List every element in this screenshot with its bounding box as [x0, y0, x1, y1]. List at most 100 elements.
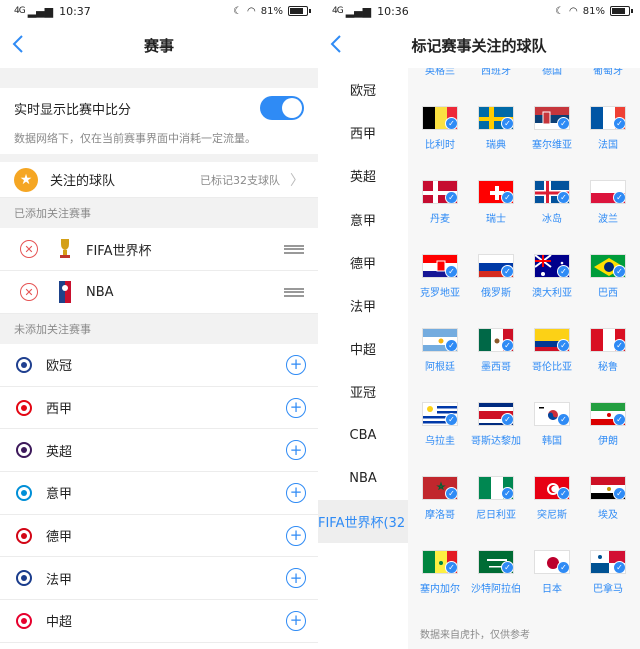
check-icon: ✓ — [613, 117, 625, 129]
team-item[interactable]: ✓英格兰 — [412, 68, 468, 77]
mexico-flag-icon: ✓ — [478, 328, 514, 352]
team-item[interactable]: ✓葡萄牙 — [580, 68, 636, 77]
page-title: 标记赛事关注的球队 — [411, 36, 547, 55]
add-icon[interactable]: + — [286, 525, 306, 546]
team-item[interactable]: ✓ 摩洛哥 — [412, 476, 468, 521]
team-name: 巴拿马 — [593, 584, 623, 595]
team-item[interactable]: ✓ 瑞典 — [468, 106, 524, 151]
league-tab[interactable]: 欧冠 — [318, 68, 408, 111]
add-icon[interactable]: + — [286, 397, 306, 418]
unadded-league-row: 英超 + — [0, 429, 318, 473]
team-item[interactable]: ✓ 沙特阿拉伯 — [468, 550, 524, 595]
check-icon: ✓ — [613, 487, 625, 499]
peru-flag-icon: ✓ — [590, 328, 626, 352]
team-item[interactable]: ✓ 克罗地亚 — [412, 254, 468, 299]
moon-icon: ☾ — [233, 5, 243, 17]
team-name: 哥斯达黎加 — [471, 436, 521, 447]
check-icon: ✓ — [613, 339, 625, 351]
star-icon: ★ — [14, 167, 38, 192]
league-tab[interactable]: 亚冠 — [318, 370, 408, 413]
team-item[interactable]: ✓西班牙 — [468, 68, 524, 77]
iceland-flag-icon: ✓ — [534, 180, 570, 204]
page-title: 赛事 — [143, 36, 174, 55]
add-icon[interactable]: + — [286, 610, 306, 631]
team-item[interactable]: ✓ 墨西哥 — [468, 328, 524, 373]
team-item[interactable]: ✓德国 — [524, 68, 580, 77]
league-tab[interactable]: CBA — [318, 414, 408, 457]
team-item[interactable]: ✓ 塞内加尔 — [412, 550, 468, 595]
league-tab[interactable]: 中超 — [318, 327, 408, 370]
team-item[interactable]: ✓ 巴拿马 — [580, 550, 636, 595]
league-tab[interactable]: 法甲 — [318, 284, 408, 327]
check-icon: ✓ — [445, 117, 457, 129]
team-item[interactable]: ✓ 秘鲁 — [580, 328, 636, 373]
add-icon[interactable]: + — [286, 440, 306, 461]
team-item[interactable]: ✓ 尼日利亚 — [468, 476, 524, 521]
team-item[interactable]: ✓ 伊朗 — [580, 402, 636, 447]
moon-icon: ☾ — [555, 5, 565, 17]
league-sidebar: 欧冠 西甲 英超 意甲 德甲 法甲 中超 亚冠 CBA NBA FIFA世界杯(32 — [318, 68, 408, 649]
panama-flag-icon: ✓ — [590, 550, 626, 574]
team-item[interactable]: ✓ 丹麦 — [412, 180, 468, 225]
team-name: 冰岛 — [542, 214, 562, 225]
ligue1-icon — [14, 568, 34, 588]
team-item[interactable]: ✓ 波兰 — [580, 180, 636, 225]
team-item[interactable]: ✓ 俄罗斯 — [468, 254, 524, 299]
team-item[interactable]: ✓ 哥斯达黎加 — [468, 402, 524, 447]
league-tab[interactable]: 德甲 — [318, 241, 408, 284]
colombia-flag-icon: ✓ — [534, 328, 570, 352]
team-grid: ✓ 巴拿马 ✓ 日本 ✓ 沙特阿拉伯 ✓ 塞内加尔 ✓ 埃及 ✓ 突尼斯 ✓ 尼日利亚 ✓ 摩洛哥 ✓ 伊朗 ✓ 韩国… — [408, 68, 640, 649]
team-name: 日本 — [542, 584, 562, 595]
team-item[interactable]: ✓ 塞尔维亚 — [524, 106, 580, 151]
team-item[interactable]: ✓ 乌拉圭 — [412, 402, 468, 447]
check-icon: ✓ — [557, 413, 569, 425]
back-arrow-icon[interactable] — [12, 34, 32, 56]
team-item[interactable]: ✓ 韩国 — [524, 402, 580, 447]
signal-bars-icon: ▂▄▆ — [27, 4, 54, 18]
team-item[interactable]: ✓ 巴西 — [580, 254, 636, 299]
team-name: 墨西哥 — [481, 362, 511, 373]
realtime-score-row: 实时显示比赛中比分 — [0, 88, 318, 128]
team-item[interactable]: ✓ 日本 — [524, 550, 580, 595]
team-item[interactable]: ✓ 哥伦比亚 — [524, 328, 580, 373]
denmark-flag-icon: ✓ — [422, 180, 458, 204]
japan-flag-icon: ✓ — [534, 550, 570, 574]
drag-handle-icon[interactable] — [284, 244, 304, 254]
league-tab[interactable]: 意甲 — [318, 198, 408, 241]
belgium-flag-icon: ✓ — [422, 106, 458, 130]
status-bar: 4G ▂▄▆ 10:36 ☾ ◠ 81% — [318, 0, 640, 22]
team-item[interactable]: ✓ 埃及 — [580, 476, 636, 521]
add-icon[interactable]: + — [286, 354, 306, 375]
add-icon[interactable]: + — [286, 482, 306, 503]
realtime-score-toggle[interactable] — [260, 96, 304, 120]
remove-icon[interactable]: ✕ — [20, 283, 38, 301]
favorite-teams-row[interactable]: ★ 关注的球队 已标记32支球队 〉 — [0, 154, 318, 198]
unadded-league-row: 法甲 + — [0, 557, 318, 601]
back-arrow-icon[interactable] — [330, 34, 350, 56]
drag-handle-icon[interactable] — [284, 287, 304, 297]
check-icon: ✓ — [557, 265, 569, 277]
team-item[interactable]: ✓ 阿根廷 — [412, 328, 468, 373]
team-item[interactable]: ✓ 瑞士 — [468, 180, 524, 225]
team-item[interactable]: ✓ 冰岛 — [524, 180, 580, 225]
data-source-note: 数据来自虎扑，仅供参考 — [420, 630, 530, 641]
league-tab[interactable]: 西甲 — [318, 111, 408, 154]
team-name: 瑞典 — [486, 140, 506, 151]
check-icon: ✓ — [501, 413, 513, 425]
korea-flag-icon: ✓ — [534, 402, 570, 426]
team-item[interactable]: ✓ 突尼斯 — [524, 476, 580, 521]
team-name: 波兰 — [598, 214, 618, 225]
team-item[interactable]: ✓ 比利时 — [412, 106, 468, 151]
league-tab[interactable]: NBA — [318, 457, 408, 500]
remove-icon[interactable]: ✕ — [20, 240, 38, 258]
check-icon: ✓ — [445, 191, 457, 203]
champions-league-icon — [14, 355, 34, 375]
league-tab[interactable]: FIFA世界杯(32 — [318, 499, 408, 544]
unadded-league-label: 意甲 — [46, 487, 73, 503]
team-item[interactable]: ✓ 澳大利亚 — [524, 254, 580, 299]
check-icon: ✓ — [557, 339, 569, 351]
add-icon[interactable]: + — [286, 568, 306, 589]
team-item[interactable]: ✓ 法国 — [580, 106, 636, 151]
check-icon: ✓ — [445, 265, 457, 277]
league-tab[interactable]: 英超 — [318, 154, 408, 197]
